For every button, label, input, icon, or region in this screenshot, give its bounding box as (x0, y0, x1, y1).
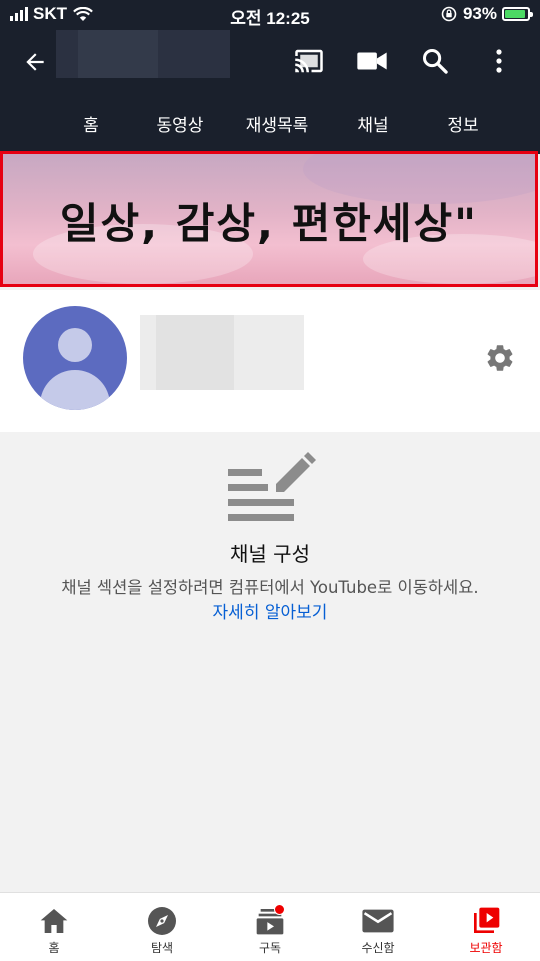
battery-percent: 93% (462, 4, 497, 23)
nav-home-label: 홈 (48, 941, 60, 955)
channel-name-redacted (140, 315, 304, 390)
nav-library[interactable]: 보관함 (432, 893, 540, 961)
tab-channels[interactable]: 채널 (330, 92, 416, 154)
battery-icon (502, 7, 533, 21)
status-right: 93% (441, 4, 533, 24)
edit-list-icon (226, 450, 316, 528)
notification-badge (274, 904, 285, 915)
learn-more-link[interactable]: 자세히 알아보기 (0, 598, 540, 623)
subscriptions-icon (250, 901, 290, 941)
orientation-lock-icon (441, 6, 457, 22)
tab-videos[interactable]: 동영상 (136, 92, 224, 154)
tab-playlists[interactable]: 재생목록 (224, 92, 330, 154)
nav-library-label: 보관함 (469, 941, 503, 955)
profile-section (0, 290, 540, 432)
nav-inbox-label: 수신함 (361, 941, 395, 955)
mail-icon (358, 901, 398, 941)
nav-inbox[interactable]: 수신함 (324, 893, 432, 961)
nav-subscriptions[interactable]: 구독 (216, 893, 324, 961)
compass-icon (142, 901, 182, 941)
nav-explore-label: 탐색 (150, 941, 174, 955)
tab-home[interactable]: 홈 (46, 92, 136, 154)
cast-icon[interactable] (291, 43, 327, 79)
channel-tabs: 홈 동영상 재생목록 채널 정보 (0, 92, 540, 154)
more-vert-icon[interactable] (481, 43, 517, 79)
avatar[interactable] (23, 306, 127, 410)
banner-text: 일상, 감상, 편한세상" (59, 199, 479, 248)
nav-explore[interactable]: 탐색 (108, 893, 216, 961)
video-camera-icon[interactable] (354, 43, 390, 79)
search-icon[interactable] (417, 43, 453, 79)
app-bar (0, 30, 540, 92)
empty-state-description: 채널 섹션을 설정하려면 컴퓨터에서 YouTube로 이동하세요. (61, 578, 479, 597)
nav-home[interactable]: 홈 (0, 893, 108, 961)
empty-state-title: 채널 구성 (230, 542, 310, 566)
nav-subscriptions-label: 구독 (258, 941, 282, 955)
tab-about[interactable]: 정보 (416, 92, 510, 154)
bottom-navigation: 홈 탐색 구독 수신함 보관함 (0, 892, 540, 961)
back-arrow-icon[interactable] (18, 45, 52, 79)
library-icon (466, 901, 506, 941)
channel-banner: 일상, 감상, 편한세상" (0, 151, 538, 287)
gear-icon[interactable] (482, 340, 518, 376)
channel-title-redacted (56, 30, 230, 78)
home-icon (34, 901, 74, 941)
status-bar: SKT 오전 12:25 93% (0, 0, 540, 30)
channel-empty-state: 채널 구성 채널 섹션을 설정하려면 컴퓨터에서 YouTube로 이동하세요.… (0, 432, 540, 892)
